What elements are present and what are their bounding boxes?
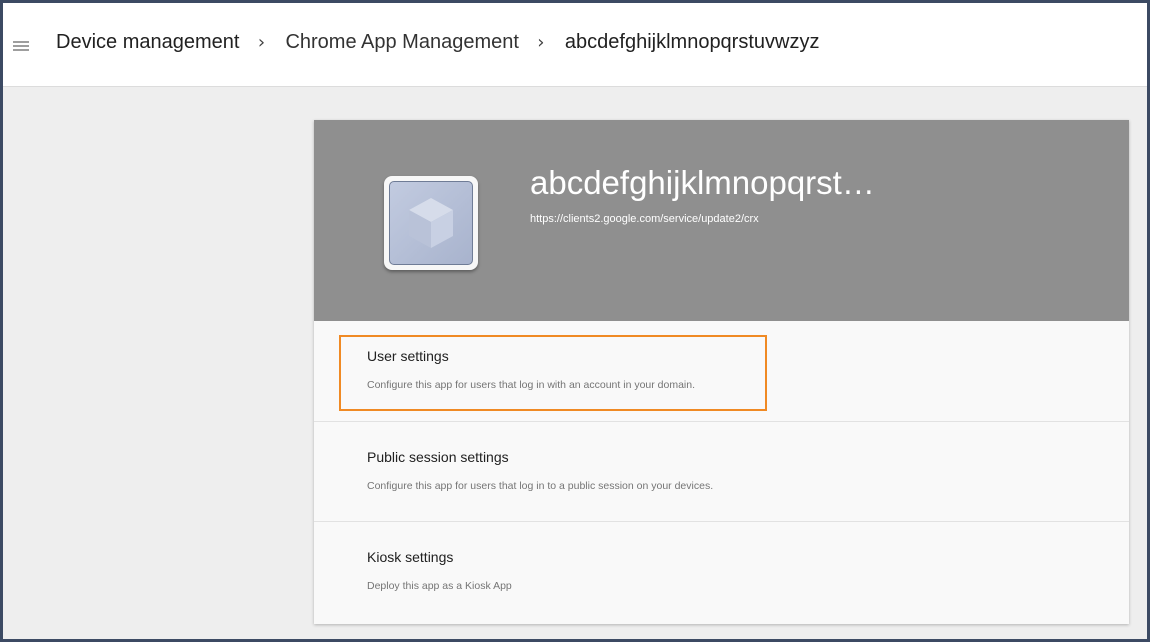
app-icon <box>384 176 478 270</box>
section-title: User settings <box>367 348 449 364</box>
breadcrumb-current-app: abcdefghijklmnopqrstuvwzyz <box>564 31 820 53</box>
top-bar: Device management › Chrome App Managemen… <box>3 3 1147 87</box>
app-cube-icon <box>409 198 453 248</box>
app-window: Device management › Chrome App Managemen… <box>0 0 1150 642</box>
breadcrumb: Device management › Chrome App Managemen… <box>56 31 819 54</box>
app-url: https://clients2.google.com/service/upda… <box>530 213 759 225</box>
highlight-box <box>339 335 767 411</box>
kiosk-settings-section[interactable]: Kiosk settings Deploy this app as a Kios… <box>314 521 1129 621</box>
app-title: abcdefghijklmnopqrst… <box>530 164 875 201</box>
section-description: Deploy this app as a Kiosk App <box>367 580 512 592</box>
chevron-right-icon: › <box>257 32 266 53</box>
section-description: Configure this app for users that log in… <box>367 480 714 492</box>
section-title: Kiosk settings <box>367 549 454 565</box>
chevron-right-icon: › <box>537 32 545 53</box>
section-title: Public session settings <box>367 449 509 465</box>
app-header: abcdefghijklmnopqrst… https://clients2.g… <box>314 120 1129 321</box>
app-settings-card: abcdefghijklmnopqrst… https://clients2.g… <box>314 120 1129 624</box>
user-settings-section[interactable]: User settings Configure this app for use… <box>314 321 1129 421</box>
breadcrumb-device-management[interactable]: Device management <box>56 31 239 54</box>
menu-icon[interactable] <box>13 41 29 51</box>
section-description: Configure this app for users that log in… <box>367 379 696 391</box>
breadcrumb-chrome-app-management[interactable]: Chrome App Management <box>285 31 518 54</box>
public-session-settings-section[interactable]: Public session settings Configure this a… <box>314 421 1129 521</box>
